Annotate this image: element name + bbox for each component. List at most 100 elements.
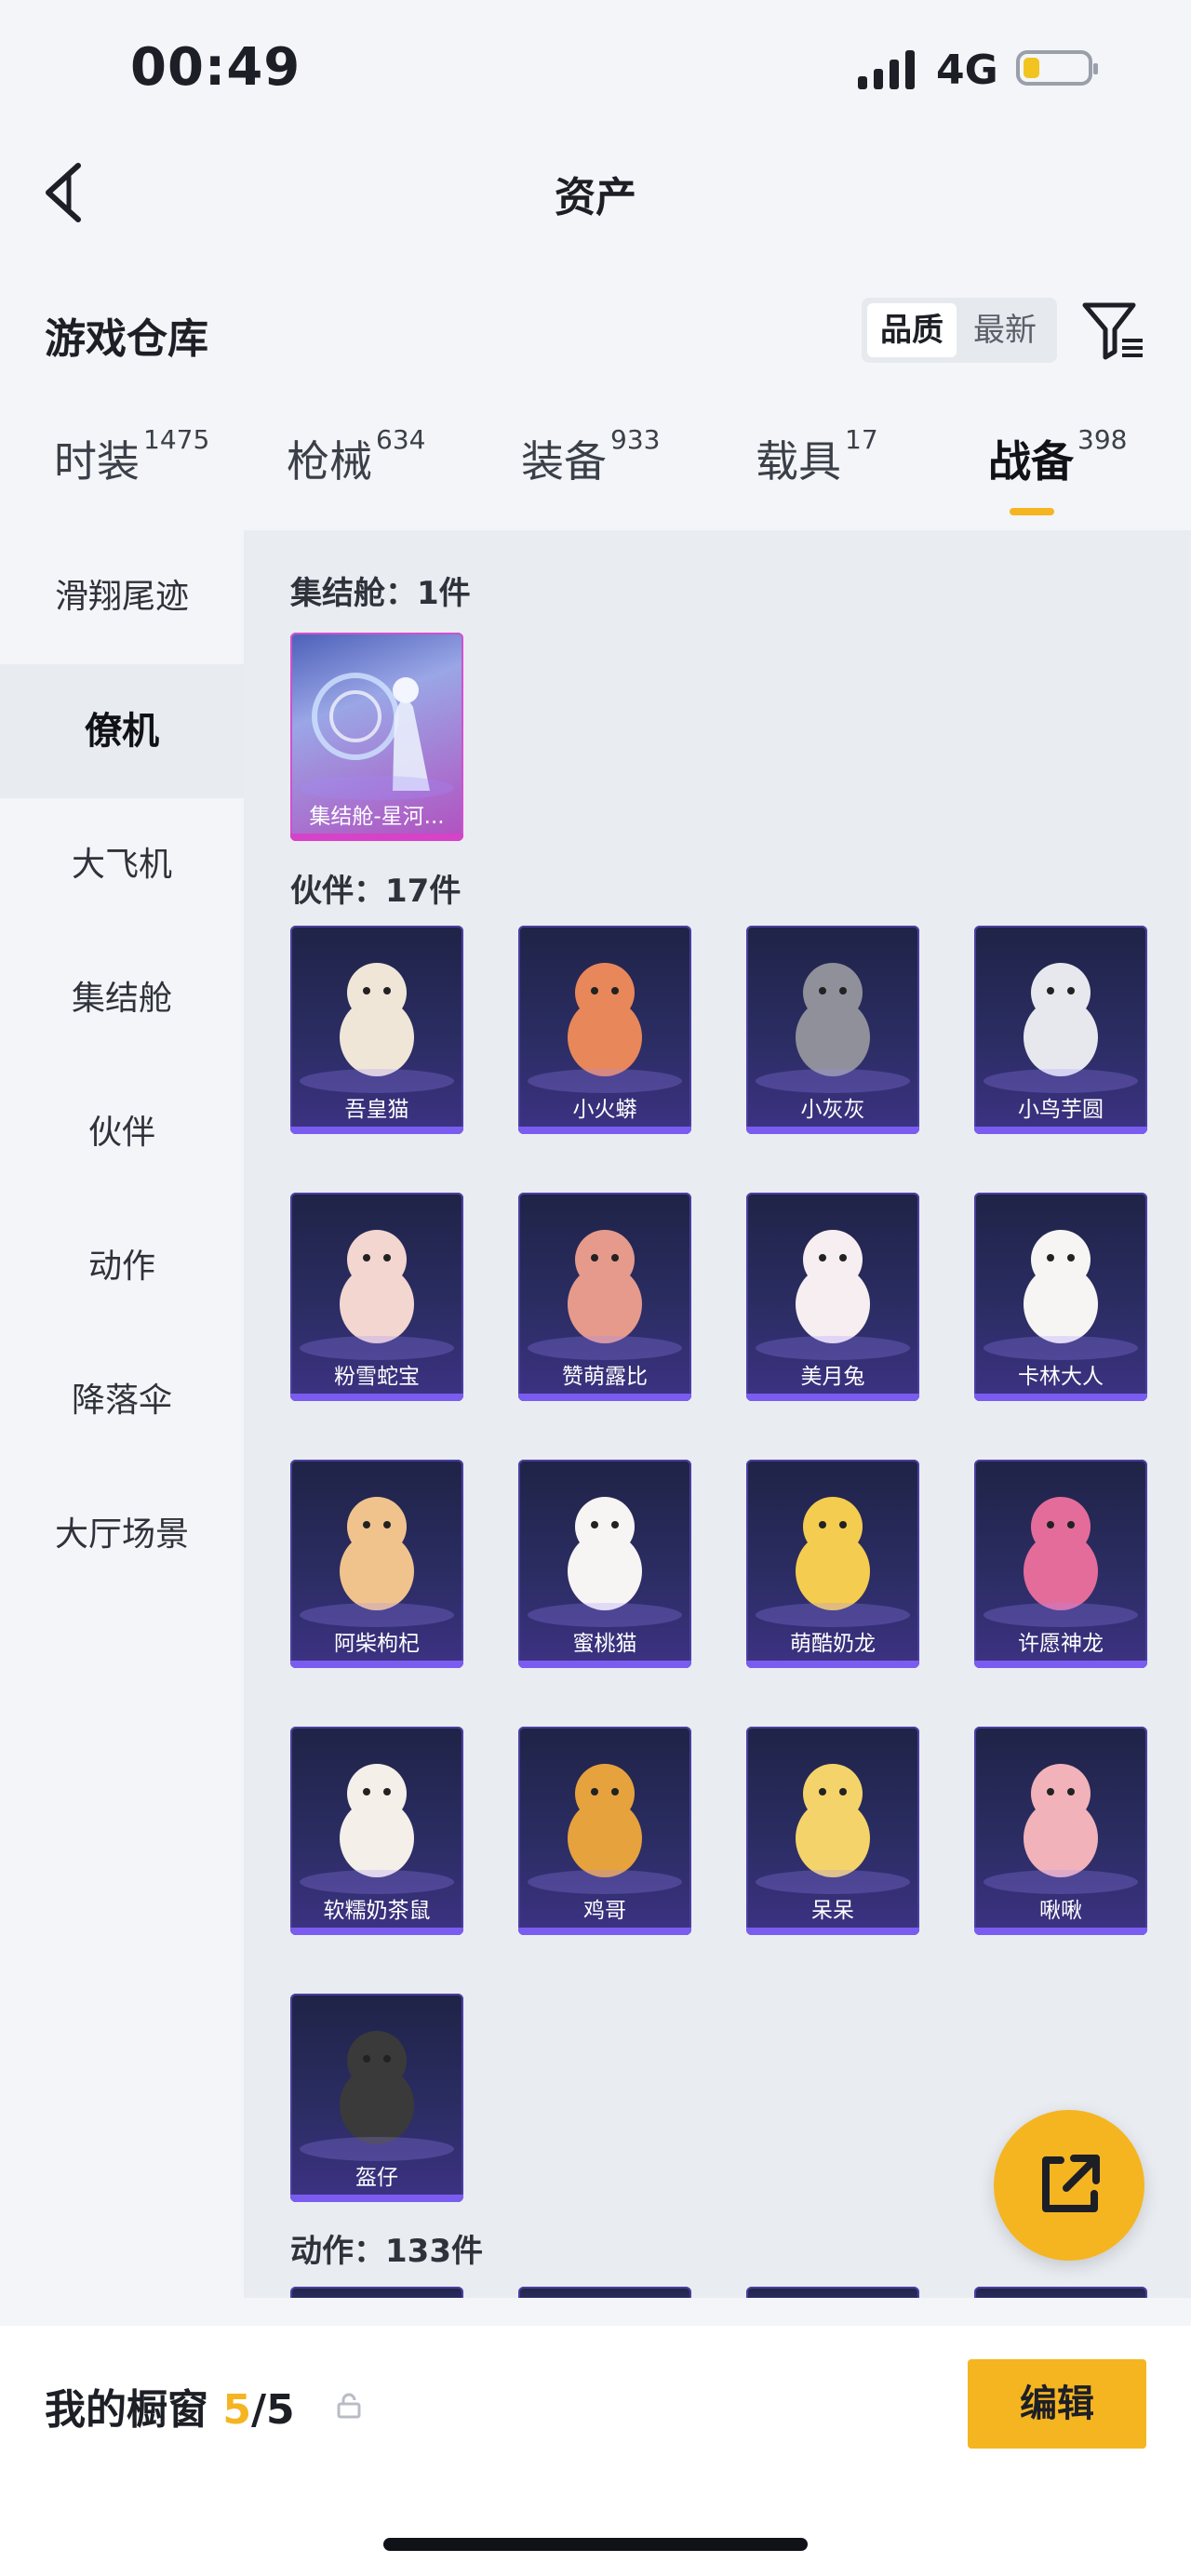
section-title: 游戏仓库 (45, 315, 208, 363)
sort-newest-button[interactable]: 最新 (960, 303, 1050, 357)
item-thumbnail (518, 1211, 691, 1351)
item-name: 集结舱-星河... (309, 805, 445, 829)
card-floor-glow (984, 1336, 1138, 1360)
item-card[interactable]: 鸡哥 (518, 1727, 691, 1935)
card-floor-glow (528, 1870, 682, 1894)
item-name: 吾皇猫 (344, 1098, 409, 1122)
item-card[interactable]: 呆呆 (746, 1727, 919, 1935)
item-thumbnail (518, 944, 691, 1084)
item-thumbnail (974, 1745, 1147, 1885)
sidebar-item-companion[interactable]: 伙伴 (0, 1066, 244, 1200)
item-name: 蜜桃猫 (572, 1632, 637, 1656)
card-floor-glow (300, 2137, 454, 2161)
item-card[interactable]: 小鸟芋圆 (974, 926, 1147, 1134)
item-card[interactable]: 小灰灰 (746, 926, 919, 1134)
filter-button[interactable] (1081, 300, 1146, 361)
item-thumbnail (290, 944, 463, 1084)
card-floor-glow (300, 1870, 454, 1894)
rarity-bar (290, 1661, 463, 1668)
item-name: 小鸟芋圆 (1018, 1098, 1104, 1122)
item-card[interactable]: 啾啾 (974, 1727, 1147, 1935)
showcase-label: 我的橱窗 5/5 (45, 2376, 295, 2436)
item-card[interactable]: 小火蟒 (518, 926, 691, 1134)
tab-label: 战备 (988, 436, 1074, 487)
sort-toggle: 品质 最新 (862, 298, 1057, 363)
tab-vehicles[interactable]: 载具 17 (756, 424, 878, 489)
item-name: 小灰灰 (800, 1098, 865, 1122)
item-card[interactable]: 阿柴枸杞 (290, 1460, 463, 1668)
item-card-partial[interactable] (746, 2287, 919, 2298)
lock-icon (337, 2393, 361, 2419)
sidebar-item-wingman[interactable]: 僚机 (0, 664, 244, 798)
rarity-bar (746, 1394, 919, 1401)
category-tabs: 时装 1475 枪械 634 装备 933 载具 17 战备 398 (0, 424, 1191, 521)
rarity-bar (746, 1661, 919, 1668)
rarity-bar (290, 2195, 463, 2202)
card-floor-glow (528, 1336, 682, 1360)
rarity-bar (290, 1394, 463, 1401)
rarity-bar (290, 834, 463, 841)
item-name: 软糯奶茶鼠 (323, 1899, 431, 1923)
rarity-bar (290, 1127, 463, 1134)
item-card[interactable]: 盔仔 (290, 1994, 463, 2202)
card-floor-glow (756, 1336, 910, 1360)
item-card[interactable]: 美月兔 (746, 1193, 919, 1401)
sidebar-item-action[interactable]: 动作 (0, 1200, 244, 1334)
item-name: 鸡哥 (583, 1899, 626, 1923)
showcase-title: 我的橱窗 (45, 2386, 208, 2434)
item-card[interactable]: 蜜桃猫 (518, 1460, 691, 1668)
sidebar-item-big-plane[interactable]: 大飞机 (0, 798, 244, 932)
item-name: 小火蟒 (572, 1098, 637, 1122)
item-card[interactable]: 集结舱-星河... (290, 633, 463, 841)
item-thumbnail (974, 1478, 1147, 1618)
rarity-bar (290, 1928, 463, 1935)
sidebar-item-lobby-scene[interactable]: 大厅场景 (0, 1468, 244, 1602)
item-thumbnail (746, 1211, 919, 1351)
sidebar-item-glide-trail[interactable]: 滑翔尾迹 (0, 530, 244, 664)
item-card-partial[interactable] (974, 2287, 1147, 2298)
rarity-bar (974, 1928, 1147, 1935)
edit-button[interactable]: 编辑 (968, 2359, 1146, 2449)
item-name: 盔仔 (355, 2166, 398, 2190)
card-floor-glow (300, 776, 454, 800)
tab-combat-gear[interactable]: 战备 398 (988, 424, 1127, 489)
item-card[interactable]: 软糯奶茶鼠 (290, 1727, 463, 1935)
status-time: 00:49 (130, 37, 301, 98)
item-card[interactable]: 许愿神龙 (974, 1460, 1147, 1668)
card-floor-glow (756, 1069, 910, 1093)
sidebar-item-assembly-pod[interactable]: 集结舱 (0, 932, 244, 1066)
item-name: 萌酷奶龙 (790, 1632, 876, 1656)
rarity-bar (974, 1127, 1147, 1134)
back-button[interactable] (37, 160, 93, 225)
share-button[interactable] (994, 2110, 1144, 2261)
showcase-total: /5 (250, 2386, 295, 2434)
tab-fashion[interactable]: 时装 1475 (54, 424, 209, 489)
tab-count: 1475 (143, 424, 210, 455)
item-thumbnail (974, 1211, 1147, 1351)
item-thumbnail (290, 2012, 463, 2152)
item-thumbnail (290, 1745, 463, 1885)
page-title: 资产 (555, 174, 636, 221)
item-grid-panel: 集结舱：1件 伙伴：17件 动作：133件 集结舱-星河... 吾皇猫 小火蟒 小灰灰… (244, 530, 1191, 2298)
tab-guns[interactable]: 枪械 634 (287, 424, 425, 489)
tab-equipment[interactable]: 装备 933 (521, 424, 660, 489)
sidebar-item-parachute[interactable]: 降落伞 (0, 1334, 244, 1468)
battery-icon (1016, 50, 1098, 86)
item-name: 卡林大人 (1018, 1365, 1104, 1389)
item-card[interactable]: 粉雪蛇宝 (290, 1193, 463, 1401)
item-thumbnail (746, 1745, 919, 1885)
item-card[interactable]: 赞萌露比 (518, 1193, 691, 1401)
item-card[interactable]: 萌酷奶龙 (746, 1460, 919, 1668)
tab-count: 17 (845, 424, 878, 455)
card-floor-glow (300, 1069, 454, 1093)
card-floor-glow (984, 1603, 1138, 1627)
item-card-partial[interactable] (518, 2287, 691, 2298)
sort-quality-button[interactable]: 品质 (867, 303, 957, 357)
item-thumbnail (746, 1478, 919, 1618)
tab-count: 933 (610, 424, 661, 455)
rarity-bar (746, 1127, 919, 1134)
item-card-partial[interactable] (290, 2287, 463, 2298)
card-floor-glow (756, 1870, 910, 1894)
item-card[interactable]: 卡林大人 (974, 1193, 1147, 1401)
item-card[interactable]: 吾皇猫 (290, 926, 463, 1134)
